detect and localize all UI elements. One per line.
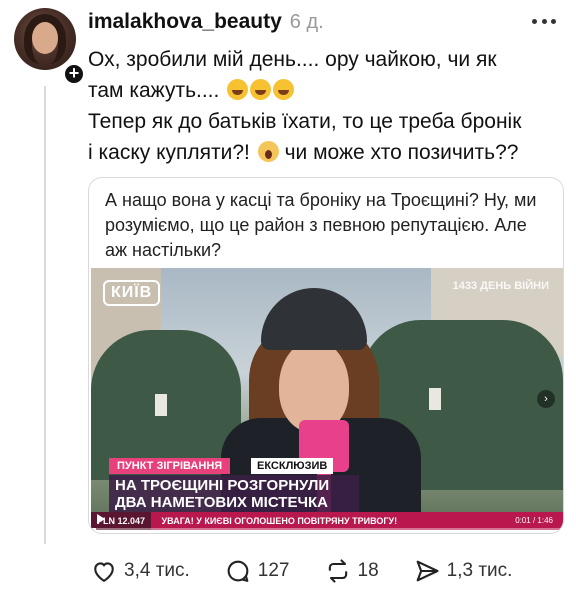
thread-line (44, 86, 46, 544)
video-player[interactable]: КИЇВ 1433 ДЕНЬ ВІЙНИ › ПУНКТ ЗІГРІВАННЯ … (91, 268, 563, 530)
avatar-face (32, 22, 58, 54)
comment-icon (227, 560, 249, 582)
reporter-face (279, 340, 349, 432)
quoted-post-text: А нащо вона у касці та броніку на Троєщи… (105, 190, 537, 260)
share-icon (416, 560, 439, 582)
chevron-right-icon[interactable]: › (537, 390, 555, 408)
repost-icon (328, 559, 347, 583)
post-line-4b: чи може хто позичить?? (284, 141, 519, 164)
avatar[interactable] (14, 8, 76, 70)
username[interactable]: imalakhova_beauty (88, 10, 282, 34)
more-options-icon[interactable] (532, 14, 556, 28)
repost-button[interactable]: 18 (324, 557, 379, 585)
play-icon[interactable] (97, 514, 105, 524)
post-line-4-wrap: і каску купляти?! чи може хто позичить?? (88, 137, 568, 168)
tent-door (155, 394, 167, 416)
news-tag: ПУНКТ ЗІГРІВАННЯ (109, 458, 231, 474)
post-line-3: Тепер як до батьків їхати, то це треба б… (88, 110, 522, 133)
helmet (261, 288, 367, 350)
quoted-post-card[interactable]: А нащо вона у касці та броніку на Троєщи… (88, 177, 564, 534)
city-badge: КИЇВ (103, 280, 161, 306)
post-line-2: там кажуть.... (88, 79, 220, 102)
timestamp[interactable]: 6 д. (290, 11, 324, 34)
share-button[interactable]: 1,3 тис. (413, 557, 513, 585)
laughing-emoji-icon (273, 79, 295, 100)
tent-door (429, 388, 441, 410)
reply-count: 127 (257, 560, 290, 581)
laughing-emoji-icon (227, 79, 249, 100)
follow-plus-icon[interactable]: + (62, 62, 86, 86)
video-progress-fill (91, 528, 96, 530)
reply-button[interactable]: 127 (224, 557, 290, 585)
like-button[interactable]: 3,4 тис. (90, 557, 190, 585)
repost-count: 18 (357, 560, 379, 581)
war-day-label: 1433 ДЕНЬ ВІЙНИ (452, 280, 549, 292)
avatar-container[interactable]: + (14, 8, 86, 86)
post-text: Ох, зробили мій день.... ору чайкою, чи … (88, 44, 568, 168)
post-header: imalakhova_beauty 6 д. (88, 10, 324, 36)
like-count: 3,4 тис. (124, 560, 190, 581)
share-count: 1,3 тис. (446, 560, 513, 581)
laughing-emoji-icon (250, 79, 272, 100)
exclusive-tag: ЕКСКЛЮЗИВ (251, 458, 334, 474)
post-line-2-wrap: там кажуть.... (88, 75, 568, 106)
action-bar: 3,4 тис. 127 18 1,3 тис. (90, 555, 566, 587)
video-progress-bar[interactable] (91, 528, 563, 530)
video-time: 0:01 / 1:46 (515, 516, 553, 525)
heart-icon (94, 562, 114, 582)
post-line-1: Ох, зробили мій день.... ору чайкою, чи … (88, 48, 497, 71)
screaming-emoji-icon (257, 141, 279, 162)
news-headline: НА ТРОЄЩИНІ РОЗГОРНУЛИ ДВА НАМЕТОВИХ МІС… (109, 475, 359, 513)
post-line-4a: і каску купляти?! (88, 141, 250, 164)
